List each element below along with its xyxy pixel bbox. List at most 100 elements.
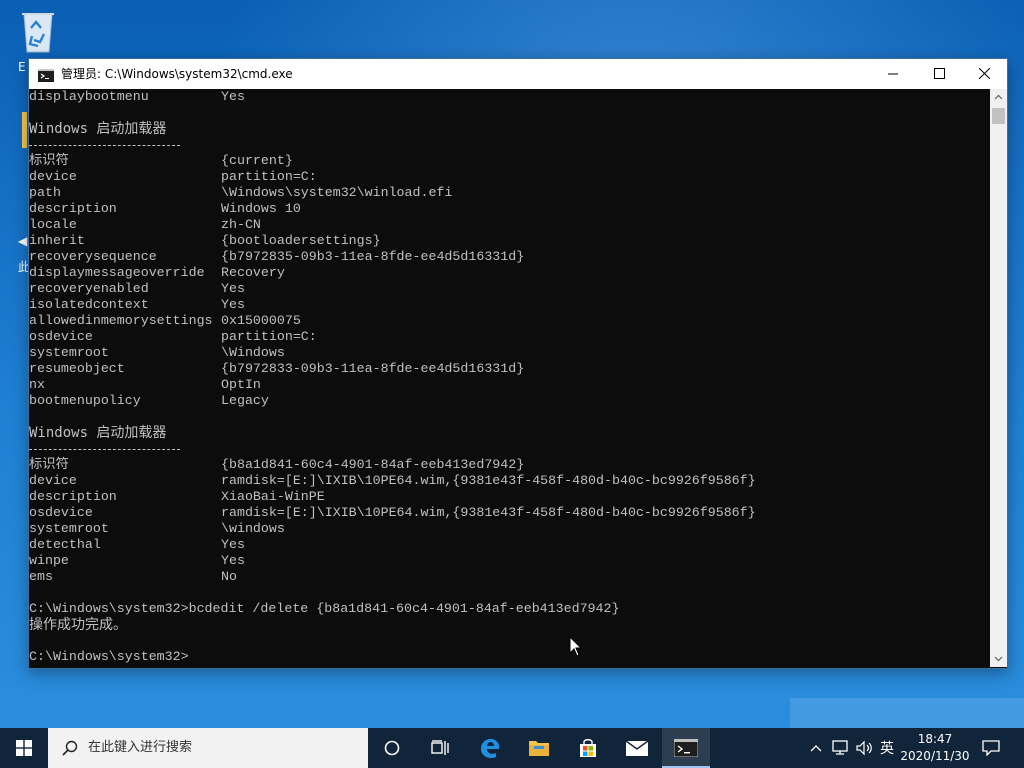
entry-key: ems <box>29 569 53 584</box>
entry-value: Recovery <box>221 265 285 280</box>
cmd-taskbar-button[interactable] <box>662 728 710 768</box>
close-button[interactable] <box>961 59 1007 89</box>
console-entry: description XiaoBai-WinPE <box>29 489 756 505</box>
console-entry: device ramdisk=[E:]\IXIB\10PE64.wim,{9381… <box>29 473 756 489</box>
entry-value: Yes <box>221 537 245 552</box>
entry-value: ramdisk=[E:]\IXIB\10PE64.wim,{9381e43f-4… <box>221 473 756 488</box>
entry-value: {current} <box>221 153 293 168</box>
console-entry: osdevice partition=C: <box>29 329 756 345</box>
windows-logo-icon <box>16 740 32 756</box>
entry-value: OptIn <box>221 377 261 392</box>
title-bar[interactable]: 管理员: C:\Windows\system32\cmd.exe <box>29 59 1007 89</box>
chevron-down-icon <box>994 656 1003 662</box>
maximize-icon <box>934 68 945 79</box>
entry-value: partition=C: <box>221 329 317 344</box>
clock-time: 18:47 <box>917 732 953 746</box>
console-entry: path \Windows\system32\winload.efi <box>29 185 756 201</box>
edge-icon <box>481 738 500 759</box>
minimize-icon <box>888 73 898 75</box>
result-line: 操作成功完成。 <box>29 617 127 633</box>
cortana-button[interactable] <box>368 728 416 768</box>
entry-value: Yes <box>221 281 245 296</box>
entry-value: zh-CN <box>221 217 261 232</box>
entry-value: \Windows <box>221 345 285 360</box>
entry-key: bootmenupolicy <box>29 393 141 408</box>
network-button[interactable] <box>829 728 851 768</box>
entry-value: \windows <box>221 521 285 536</box>
entry-key: recoveryenabled <box>29 281 149 296</box>
entry-key: systemroot <box>29 521 109 536</box>
show-hidden-icons-button[interactable] <box>807 728 825 768</box>
start-button[interactable] <box>0 728 48 768</box>
entry-value: partition=C: <box>221 169 317 184</box>
file-explorer-button[interactable] <box>515 728 563 768</box>
console-entry: nx OptIn <box>29 377 756 393</box>
task-view-icon <box>431 740 449 755</box>
folder-icon <box>529 741 549 756</box>
recycle-bin-icon[interactable] <box>14 6 62 58</box>
section-header: Windows 启动加载器 <box>29 121 167 137</box>
speaker-icon <box>856 740 872 756</box>
close-icon <box>979 68 990 79</box>
watermark-overlay <box>790 698 1024 728</box>
folder-icon[interactable] <box>22 112 27 148</box>
console-entry: inherit {bootloadersettings} <box>29 233 756 249</box>
scroll-up-button[interactable] <box>990 89 1007 106</box>
console-entry: allowedinmemorysettings 0x15000075 <box>29 313 756 329</box>
console-output[interactable]: displaybootmenu Yes Windows 启动加载器 标识符 {cur… <box>29 89 989 667</box>
console-entry: description Windows 10 <box>29 201 756 217</box>
section1-entries: 标识符 {current} device partition=C: path \Windo… <box>29 153 756 409</box>
console-entry: locale zh-CN <box>29 217 756 233</box>
entry-key: systemroot <box>29 345 109 360</box>
minimize-button[interactable] <box>870 59 916 89</box>
cortana-circle-icon <box>384 740 400 756</box>
entry-key: locale <box>29 217 77 232</box>
entry-key: displaybootmenu <box>29 89 149 104</box>
entry-value: {b8a1d841-60c4-4901-84af-eeb413ed7942} <box>221 457 525 472</box>
console-entry: recoveryenabled Yes <box>29 281 756 297</box>
entry-value: Yes <box>221 89 245 104</box>
mail-button[interactable] <box>613 728 661 768</box>
entry-key: inherit <box>29 233 85 248</box>
prompt-line[interactable]: C:\Windows\system32> <box>29 649 756 665</box>
scroll-down-button[interactable] <box>990 650 1007 667</box>
console-entry: osdevice ramdisk=[E:]\IXIB\10PE64.wim,{93… <box>29 505 756 521</box>
notification-icon <box>982 740 1000 756</box>
entry-key: isolatedcontext <box>29 297 149 312</box>
clock[interactable]: 18:47 2020/11/30 <box>898 728 972 768</box>
volume-button[interactable] <box>853 728 877 768</box>
console-entry: recoverysequence {b7972835-09b3-11ea-8fde… <box>29 249 756 265</box>
console-entry: systemroot \Windows <box>29 345 756 361</box>
entry-value: {b7972835-09b3-11ea-8fde-ee4d5d16331d} <box>221 249 525 264</box>
task-view-button[interactable] <box>416 728 464 768</box>
maximize-button[interactable] <box>916 59 962 89</box>
entry-key: device <box>29 169 77 184</box>
store-bag-icon <box>580 739 596 757</box>
scroll-thumb[interactable] <box>992 108 1005 124</box>
vertical-scrollbar[interactable] <box>990 89 1007 667</box>
cmd-window[interactable]: 管理员: C:\Windows\system32\cmd.exe display… <box>28 58 1008 669</box>
store-button[interactable] <box>564 728 612 768</box>
console-entry: resumeobject {b7972833-09b3-11ea-8fde-ee4… <box>29 361 756 377</box>
input-method-indicator[interactable]: 英 <box>877 728 897 768</box>
entry-key: 标识符 <box>29 457 69 472</box>
console-entry: 标识符 {b8a1d841-60c4-4901-84af-eeb413ed7942… <box>29 457 756 473</box>
mouse-pointer-icon <box>569 635 583 658</box>
entry-key: winpe <box>29 553 69 568</box>
action-center-button[interactable] <box>970 728 1012 768</box>
window-title: 管理员: C:\Windows\system32\cmd.exe <box>61 67 293 81</box>
entry-key: displaymessageoverride <box>29 265 205 280</box>
taskbar-search-box[interactable]: 在此键入进行搜索 <box>48 728 368 768</box>
section-header: Windows 启动加载器 <box>29 425 167 441</box>
entry-key: resumeobject <box>29 361 125 376</box>
entry-key: allowedinmemorysettings <box>29 313 213 328</box>
edge-browser-button[interactable] <box>466 728 514 768</box>
chevron-up-icon <box>994 94 1003 100</box>
entry-value: No <box>221 569 237 584</box>
console-line: displaybootmenu Yes <box>29 89 756 105</box>
entry-key: detecthal <box>29 537 101 552</box>
entry-value: Windows 10 <box>221 201 301 216</box>
console-entry: ems No <box>29 569 756 585</box>
console-entry: device partition=C: <box>29 169 756 185</box>
